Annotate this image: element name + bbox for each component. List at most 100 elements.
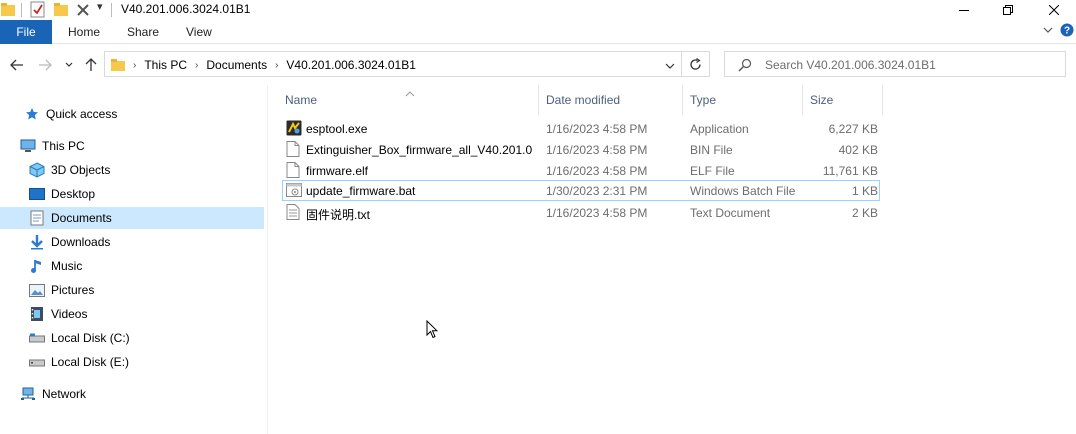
nav-label: 3D Objects <box>51 163 111 177</box>
file-size: 11,761 KB <box>822 164 878 178</box>
nav-item-quick-access[interactable]: Quick access <box>0 103 264 125</box>
hard-drive-icon <box>29 354 45 370</box>
column-header-name[interactable]: Name <box>285 85 317 115</box>
minimize-button[interactable] <box>941 0 987 20</box>
breadcrumb-this-pc[interactable]: This PC <box>144 58 187 72</box>
column-divider[interactable] <box>538 85 539 115</box>
file-size: 6,227 KB <box>828 122 878 136</box>
application-icon <box>286 120 302 136</box>
recent-locations-button[interactable] <box>64 57 74 73</box>
delete-icon[interactable] <box>76 3 90 20</box>
refresh-button[interactable] <box>682 51 710 77</box>
nav-label: Desktop <box>51 187 96 201</box>
file-date-modified: 1/16/2023 4:58 PM <box>546 122 648 136</box>
restore-icon <box>1003 5 1013 15</box>
qat-customize-dropdown[interactable]: ▾ <box>97 0 103 13</box>
nav-label: Pictures <box>51 283 95 297</box>
file-date-modified: 1/16/2023 4:58 PM <box>546 164 648 178</box>
back-button[interactable] <box>10 57 24 73</box>
search-input[interactable]: Search V40.201.006.3024.01B1 <box>765 58 936 72</box>
folder-icon <box>111 58 125 72</box>
nav-item-local-disk-c[interactable]: Local Disk (C:) <box>0 327 264 349</box>
tab-share[interactable]: Share <box>127 20 159 44</box>
column-divider[interactable] <box>882 85 883 115</box>
tab-file[interactable]: File <box>0 20 52 44</box>
music-note-icon <box>29 258 45 274</box>
file-row[interactable]: esptool.exe 1/16/2023 4:58 PM Applicatio… <box>282 118 880 139</box>
computer-icon <box>20 138 36 154</box>
column-divider[interactable] <box>682 85 683 115</box>
nav-label: Quick access <box>46 107 118 121</box>
arrow-right-icon <box>39 59 52 71</box>
breadcrumb-documents[interactable]: Documents <box>206 58 267 72</box>
file-date-modified: 1/30/2023 2:31 PM <box>546 184 648 198</box>
nav-item-pictures[interactable]: Pictures <box>0 279 264 301</box>
file-type: Application <box>690 122 749 136</box>
tab-home[interactable]: Home <box>68 20 100 44</box>
column-divider[interactable] <box>802 85 803 115</box>
address-history-dropdown[interactable] <box>665 59 675 73</box>
close-button[interactable] <box>1031 0 1076 20</box>
nav-label: Local Disk (C:) <box>51 331 130 345</box>
desktop-icon <box>29 186 45 202</box>
film-icon <box>29 306 45 322</box>
chevron-down-icon <box>65 62 73 67</box>
help-button[interactable]: ? <box>1060 23 1074 40</box>
nav-item-network[interactable]: Network <box>0 383 264 405</box>
ribbon-tabs: File Home Share View ? <box>0 20 1076 44</box>
column-header-type[interactable]: Type <box>690 85 716 115</box>
file-size: 402 KB <box>838 143 878 157</box>
expand-ribbon-button[interactable] <box>1042 24 1054 39</box>
column-header-size[interactable]: Size <box>810 85 833 115</box>
file-name: firmware.elf <box>306 164 369 178</box>
file-date-modified: 1/16/2023 4:58 PM <box>546 206 648 220</box>
nav-item-downloads[interactable]: Downloads <box>0 231 264 253</box>
search-icon <box>738 58 752 75</box>
nav-label: Network <box>42 387 87 401</box>
up-button[interactable] <box>84 57 98 73</box>
nav-item-3d-objects[interactable]: 3D Objects <box>0 159 264 181</box>
properties-icon[interactable] <box>30 1 46 21</box>
file-row[interactable]: firmware.elf 1/16/2023 4:58 PM ELF File … <box>282 160 880 181</box>
file-name: esptool.exe <box>306 122 368 136</box>
navigation-pane: Quick access This PC 3D Objects Desktop … <box>0 85 268 434</box>
nav-item-this-pc[interactable]: This PC <box>0 135 264 157</box>
hard-drive-icon <box>29 330 45 346</box>
help-icon: ? <box>1060 23 1074 37</box>
download-arrow-icon <box>29 234 45 250</box>
nav-item-documents[interactable]: Documents <box>0 207 264 229</box>
file-row[interactable]: Extinguisher_Box_firmware_all_V40.201.0.… <box>282 139 880 160</box>
column-header-date-modified[interactable]: Date modified <box>546 85 620 115</box>
file-type: Windows Batch File <box>690 184 796 198</box>
breadcrumb-current-folder[interactable]: V40.201.006.3024.01B1 <box>286 58 415 72</box>
mouse-cursor-icon <box>426 319 439 342</box>
file-type: Text Document <box>690 206 771 220</box>
tab-view[interactable]: View <box>186 20 212 44</box>
nav-item-videos[interactable]: Videos <box>0 303 264 325</box>
file-row[interactable]: 固件说明.txt 1/16/2023 4:58 PM Text Document… <box>282 202 880 223</box>
address-row: › This PC › Documents › V40.201.006.3024… <box>0 45 1076 85</box>
address-bar[interactable]: › This PC › Documents › V40.201.006.3024… <box>104 51 682 77</box>
nav-item-local-disk-e[interactable]: Local Disk (E:) <box>0 351 264 373</box>
forward-button[interactable] <box>38 57 52 73</box>
nav-item-music[interactable]: Music <box>0 255 264 277</box>
text-file-icon <box>286 204 302 220</box>
documents-icon <box>29 210 45 226</box>
chevron-right-icon[interactable]: › <box>133 60 136 71</box>
separator-icon <box>21 3 23 20</box>
file-size: 1 KB <box>851 184 878 198</box>
restore-button[interactable] <box>985 0 1031 20</box>
new-folder-icon[interactable] <box>54 1 68 20</box>
folder-icon <box>1 1 15 20</box>
cube-icon <box>29 162 45 178</box>
chevron-right-icon[interactable]: › <box>275 60 278 71</box>
search-box[interactable]: Search V40.201.006.3024.01B1 <box>724 51 1066 77</box>
chevron-right-icon[interactable]: › <box>195 60 198 71</box>
file-row[interactable]: update_firmware.bat 1/30/2023 2:31 PM Wi… <box>282 180 880 201</box>
sort-ascending-icon <box>405 86 415 100</box>
file-name: Extinguisher_Box_firmware_all_V40.201.0.… <box>306 143 532 157</box>
chevron-down-icon <box>1043 27 1053 33</box>
nav-item-desktop[interactable]: Desktop <box>0 183 264 205</box>
star-icon <box>24 106 40 122</box>
file-name: update_firmware.bat <box>306 184 416 198</box>
